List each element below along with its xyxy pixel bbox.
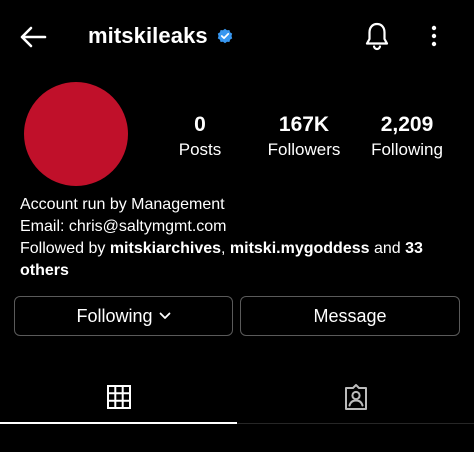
tab-posts-grid[interactable] bbox=[0, 370, 237, 424]
tab-tagged[interactable] bbox=[237, 370, 474, 424]
profile-tabs bbox=[0, 370, 474, 426]
followers-label: Followers bbox=[267, 140, 341, 159]
profile-bio: Account run by Management Email: chris@s… bbox=[20, 194, 460, 282]
followed-by-user-2[interactable]: mitski.mygoddess bbox=[230, 240, 370, 257]
chevron-down-icon bbox=[159, 312, 170, 319]
tagged-person-icon bbox=[344, 384, 367, 410]
username-header: mitskileaks bbox=[88, 20, 234, 52]
message-button[interactable]: Message bbox=[240, 296, 460, 336]
posts-count[interactable]: 0 Posts bbox=[160, 112, 240, 162]
back-button[interactable] bbox=[14, 18, 52, 56]
more-options-button[interactable] bbox=[422, 18, 446, 54]
grid-icon bbox=[106, 385, 131, 409]
following-count[interactable]: 2,209 Following bbox=[364, 112, 450, 162]
back-arrow-icon bbox=[20, 26, 47, 48]
top-bar: mitskileaks bbox=[0, 0, 474, 72]
profile-avatar[interactable] bbox=[24, 82, 128, 186]
bell-icon bbox=[365, 22, 389, 51]
bio-email[interactable]: Email: chris@saltymgmt.com bbox=[20, 216, 460, 238]
bio-line-1: Account run by Management bbox=[20, 196, 225, 213]
following-button[interactable]: Following bbox=[14, 296, 233, 336]
followed-by-separator: , bbox=[221, 240, 230, 257]
message-button-label: Message bbox=[313, 305, 387, 326]
following-button-label: Following bbox=[76, 305, 153, 326]
followers-count[interactable]: 167K Followers bbox=[259, 112, 349, 162]
posts-label: Posts bbox=[178, 140, 222, 159]
active-tab-indicator bbox=[0, 422, 237, 424]
following-label: Following bbox=[371, 140, 443, 159]
following-value: 2,209 bbox=[380, 113, 434, 136]
posts-value: 0 bbox=[194, 113, 206, 136]
followed-by-prefix: Followed by bbox=[20, 240, 110, 257]
more-vertical-icon bbox=[431, 25, 437, 47]
username: mitskileaks bbox=[88, 23, 208, 48]
followed-by-and: and bbox=[369, 240, 406, 257]
verified-badge-icon bbox=[217, 28, 232, 44]
notifications-button[interactable] bbox=[358, 16, 396, 56]
followed-by-text[interactable]: Followed by mitskiarchives, mitski.mygod… bbox=[20, 238, 460, 282]
followers-value: 167K bbox=[278, 113, 330, 136]
tab-divider bbox=[237, 423, 474, 424]
followed-by-user-1[interactable]: mitskiarchives bbox=[110, 240, 221, 257]
